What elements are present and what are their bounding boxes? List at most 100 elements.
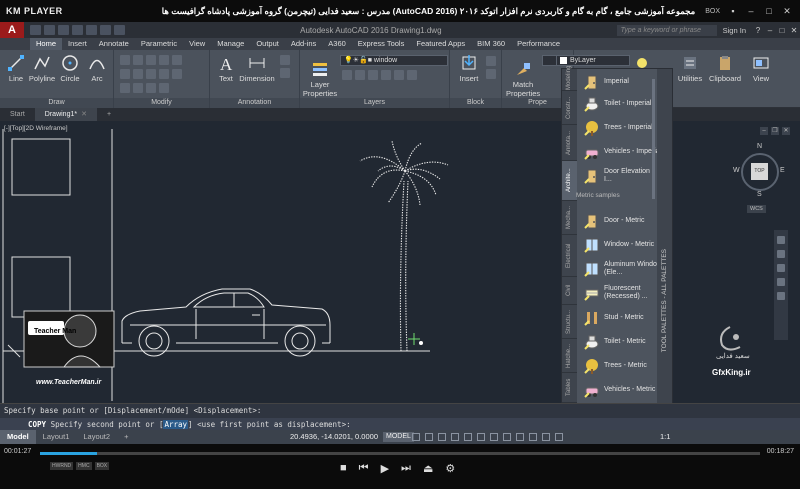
badge-box[interactable]: BOX xyxy=(94,462,110,470)
match-properties-button[interactable]: Match Properties xyxy=(506,60,540,98)
layer-freeze-icon[interactable] xyxy=(355,70,365,80)
text-button[interactable]: A Text xyxy=(214,54,238,83)
palette-item[interactable]: Trees - Imperial xyxy=(584,117,658,139)
zoom-icon[interactable] xyxy=(777,264,785,272)
compass-west[interactable]: W xyxy=(733,167,740,174)
clipboard-button[interactable]: Clipboard xyxy=(708,54,742,83)
sign-in-button[interactable]: Sign In xyxy=(723,26,746,35)
bylayer-dropdown[interactable]: ByLayer xyxy=(556,55,630,66)
utilities-button[interactable]: Utilities xyxy=(676,54,704,83)
annotation-scale[interactable]: 1:1 xyxy=(660,430,670,444)
layer-dropdown[interactable]: 💡☀🔓■ window xyxy=(340,55,448,66)
palette-tab-hatche[interactable]: Hatche... xyxy=(562,339,577,373)
annotation-visibility-icon[interactable] xyxy=(542,433,550,441)
more-icon[interactable] xyxy=(172,55,182,65)
palette-tab-mecha[interactable]: Mecha... xyxy=(562,201,577,235)
layout-tab-layout1[interactable]: Layout1 xyxy=(36,430,77,444)
tab-annotate[interactable]: Annotate xyxy=(93,38,135,50)
model-space-button[interactable]: MODEL xyxy=(383,432,414,442)
palette-item[interactable]: Window - Metric xyxy=(584,234,658,256)
layout-tab-model[interactable]: Model xyxy=(0,430,36,444)
play-icon[interactable]: ▶ xyxy=(381,462,389,475)
save-icon[interactable] xyxy=(58,25,69,35)
view-button[interactable]: View xyxy=(748,54,774,83)
layer-properties-button[interactable]: Layer Properties xyxy=(302,60,338,98)
transparency-icon[interactable] xyxy=(503,433,511,441)
explode-icon[interactable] xyxy=(159,69,169,79)
settings-icon[interactable]: ⚙ xyxy=(445,462,455,475)
tab-a360[interactable]: A360 xyxy=(322,38,352,50)
viewcube[interactable]: TOP N S E W WCS xyxy=(733,143,787,213)
palette-item[interactable]: Toilet - Imperial xyxy=(584,93,658,115)
tab-parametric[interactable]: Parametric xyxy=(135,38,183,50)
help-icon[interactable]: ? xyxy=(752,26,764,35)
insert-button[interactable]: Insert xyxy=(456,54,482,83)
next-icon[interactable]: ⏭ xyxy=(401,462,411,475)
mirror-icon[interactable] xyxy=(133,69,143,79)
circle-button[interactable]: Circle xyxy=(58,54,82,83)
viewport-close-icon[interactable]: ✕ xyxy=(782,127,790,135)
viewport-minimize-icon[interactable]: – xyxy=(760,127,768,135)
box-label[interactable]: BOX xyxy=(705,8,720,15)
layer-match-icon[interactable] xyxy=(394,70,404,80)
edit-block-icon[interactable] xyxy=(486,69,496,79)
workspace-icon[interactable] xyxy=(555,433,563,441)
arc-button[interactable]: Arc xyxy=(86,54,108,83)
tab-bim-360[interactable]: BIM 360 xyxy=(471,38,511,50)
close-tab-icon[interactable]: ✕ xyxy=(81,111,87,118)
palette-tab-annota[interactable]: Annota... xyxy=(562,125,577,161)
tab-output[interactable]: Output xyxy=(250,38,285,50)
palette-item[interactable]: Fluorescent (Recessed) ... xyxy=(584,282,658,304)
badge-hmc[interactable]: HMC xyxy=(76,462,92,470)
new-tab-button[interactable]: + xyxy=(97,108,121,121)
tab-drawing1[interactable]: Drawing1* ✕ xyxy=(34,108,97,121)
layer-prev-icon[interactable] xyxy=(407,70,417,80)
stretch-icon[interactable] xyxy=(120,83,130,93)
polyline-button[interactable]: Polyline xyxy=(28,54,56,83)
new-layout-button[interactable]: + xyxy=(117,430,135,444)
layout-tab-layout2[interactable]: Layout2 xyxy=(76,430,117,444)
palette-title-strip[interactable] xyxy=(657,69,672,421)
layer-lock-icon[interactable] xyxy=(368,70,378,80)
table-icon[interactable] xyxy=(280,68,290,78)
compass-south[interactable]: S xyxy=(757,191,762,198)
compass-east[interactable]: E xyxy=(780,167,785,174)
palette-item[interactable]: Vehicles - Imperial xyxy=(584,141,658,163)
plot-icon[interactable] xyxy=(86,25,97,35)
viewport-restore-icon[interactable]: ❐ xyxy=(771,127,779,135)
palette-item[interactable]: Trees - Metric xyxy=(584,355,658,377)
palette-scrollbar[interactable] xyxy=(652,79,655,199)
block-panel-title[interactable]: Block xyxy=(450,98,501,108)
dynamic-input-icon[interactable] xyxy=(529,433,537,441)
trim-icon[interactable] xyxy=(146,55,156,65)
lineweight-icon[interactable] xyxy=(490,433,498,441)
minimize-icon[interactable]: – xyxy=(744,5,758,17)
maximize-icon[interactable]: □ xyxy=(776,26,788,35)
new-icon[interactable] xyxy=(30,25,41,35)
palette-tab-archite[interactable]: Archite... xyxy=(562,161,577,201)
save-as-icon[interactable] xyxy=(72,25,83,35)
move-icon[interactable] xyxy=(120,55,130,65)
palette-item[interactable]: Aluminum Window (Ele... xyxy=(584,258,658,280)
offset-icon[interactable] xyxy=(172,69,182,79)
stop-icon[interactable]: ■ xyxy=(340,462,347,475)
copy-icon[interactable] xyxy=(120,69,130,79)
modify-panel-title[interactable]: Modify xyxy=(114,98,209,108)
palette-item[interactable]: Door Elevation - I... xyxy=(584,165,658,187)
eject-icon[interactable]: ⏏ xyxy=(423,462,433,475)
polar-icon[interactable] xyxy=(451,433,459,441)
viewcube-top-face[interactable]: TOP xyxy=(751,163,768,180)
drawing-canvas[interactable]: [-][Top][2D Wireframe] – ❐ ✕ xyxy=(0,121,800,403)
tab-featured-apps[interactable]: Featured Apps xyxy=(410,38,471,50)
dimension-button[interactable]: Dimension xyxy=(238,54,276,83)
close-icon[interactable]: ✕ xyxy=(780,5,794,17)
maximize-icon[interactable]: □ xyxy=(762,5,776,17)
tab-express-tools[interactable]: Express Tools xyxy=(352,38,411,50)
viewport-controls-label[interactable]: [-][Top][2D Wireframe] xyxy=(4,125,68,132)
line-button[interactable]: Line xyxy=(5,54,27,83)
steering-wheel-icon[interactable] xyxy=(777,236,785,244)
compass-north[interactable]: N xyxy=(757,143,762,150)
tab-view[interactable]: View xyxy=(183,38,211,50)
close-icon[interactable]: ✕ xyxy=(788,26,800,35)
palette-item[interactable]: Door - Metric xyxy=(584,210,658,232)
